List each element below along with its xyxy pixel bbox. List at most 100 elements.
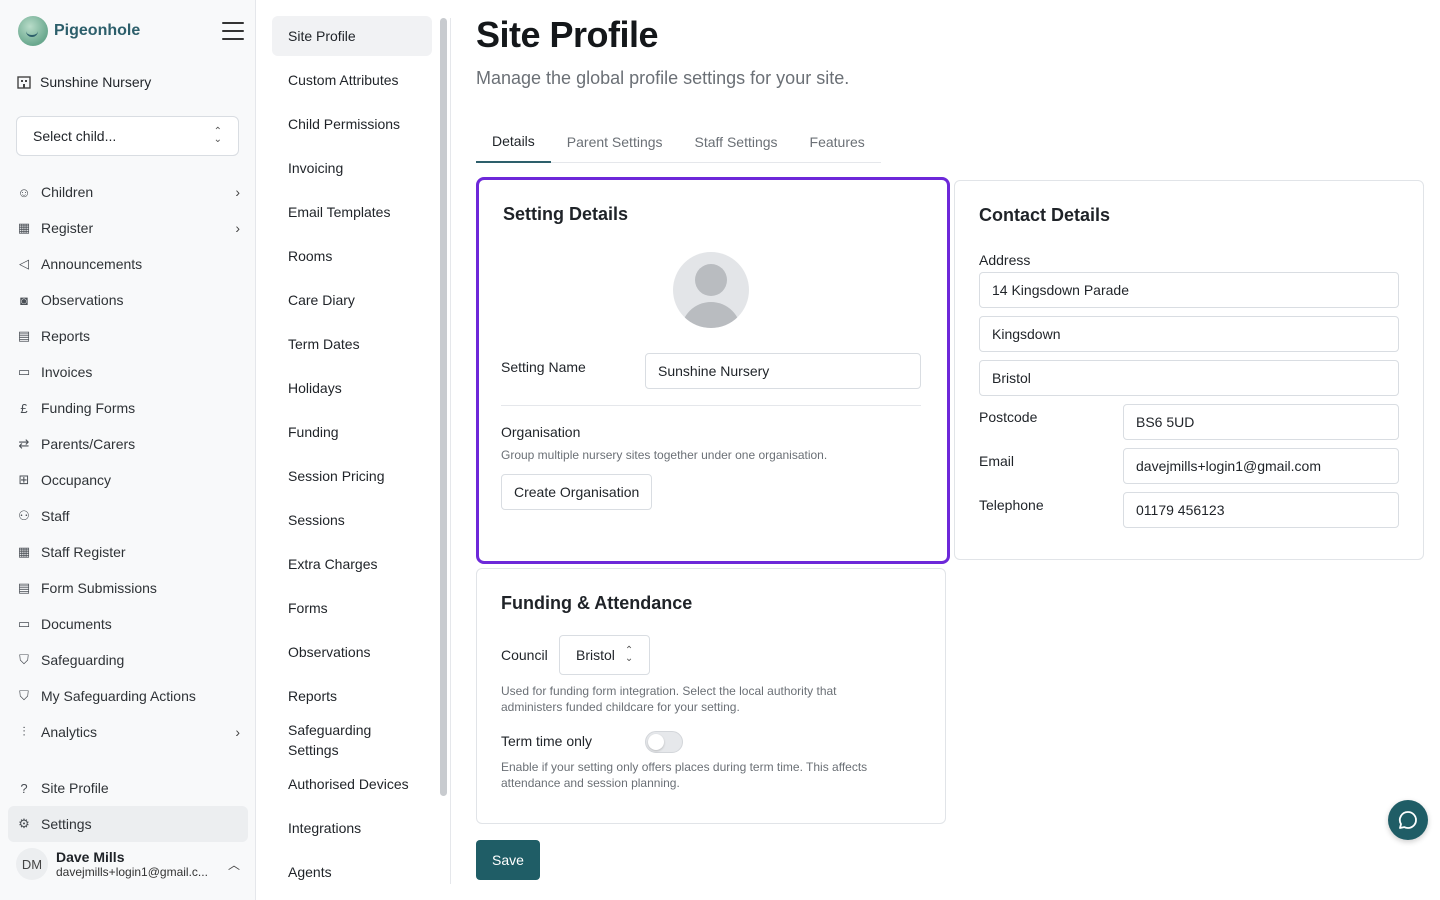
chevron-right-icon: › xyxy=(235,220,240,236)
email-label: Email xyxy=(979,453,1015,469)
settings-nav-item-care-diary[interactable]: Care Diary xyxy=(272,280,432,320)
chevron-right-icon: › xyxy=(235,724,240,740)
brand[interactable]: Pigeonhole xyxy=(18,16,140,46)
funding-attendance-title: Funding & Attendance xyxy=(501,593,693,613)
settings-nav-item-holidays[interactable]: Holidays xyxy=(272,368,432,408)
pigeonhole-logo-icon xyxy=(18,16,48,46)
menu-toggle-icon[interactable] xyxy=(222,22,244,40)
settings-nav-item-site-profile[interactable]: Site Profile xyxy=(272,16,432,56)
settings-nav-item-sessions[interactable]: Sessions xyxy=(272,500,432,540)
organisation-label: Organisation xyxy=(501,424,581,440)
sidebar-item-register[interactable]: ▦ Register › xyxy=(8,210,248,246)
create-organisation-button[interactable]: Create Organisation xyxy=(501,474,653,510)
settings-nav-item-observations[interactable]: Observations xyxy=(272,632,432,672)
telephone-input[interactable]: 01179 456123 xyxy=(1123,492,1399,528)
child-select[interactable]: Select child... ⌃ ⌄ xyxy=(16,116,239,156)
sidebar-item-settings[interactable]: ⚙ Settings xyxy=(8,806,248,842)
email-input[interactable]: davejmills+login1@gmail.com xyxy=(1123,448,1399,484)
address-line1-input[interactable]: 14 Kingsdown Parade xyxy=(979,272,1399,308)
sidebar-item-site-profile[interactable]: ? Site Profile xyxy=(8,770,248,806)
postcode-label: Postcode xyxy=(979,409,1038,425)
sidebar-item-observations[interactable]: ◙ Observations xyxy=(8,282,248,318)
question-circle-icon: ? xyxy=(20,780,28,796)
sidebar-item-parents-carers[interactable]: ⇄ Parents/Carers xyxy=(8,426,248,462)
save-button[interactable]: Save xyxy=(476,840,540,880)
sidebar-item-label: Staff xyxy=(41,508,70,524)
toggle-knob xyxy=(648,734,664,750)
document-icon: ▤ xyxy=(17,580,31,595)
settings-nav-item-invoicing[interactable]: Invoicing xyxy=(272,148,432,188)
settings-nav-item-authorised-devices[interactable]: Authorised Devices xyxy=(272,764,432,804)
avatar: DM xyxy=(16,848,48,880)
sidebar-item-label: Funding Forms xyxy=(41,400,136,416)
council-hint-line2: administers funded childcare for your se… xyxy=(501,700,740,714)
sidebar-item-label: Safeguarding xyxy=(41,652,125,668)
calendar-icon: ▦ xyxy=(17,544,31,559)
setting-name-label: Setting Name xyxy=(501,359,586,375)
sidebar-item-invoices[interactable]: ▭ Invoices xyxy=(8,354,248,390)
tab-details[interactable]: Details xyxy=(476,120,551,163)
settings-nav-item-integrations[interactable]: Integrations xyxy=(272,808,432,848)
settings-nav-item-funding[interactable]: Funding xyxy=(272,412,432,452)
sidebar-item-safeguarding[interactable]: ⛉ Safeguarding xyxy=(8,642,248,678)
settings-nav-item-forms[interactable]: Forms xyxy=(272,588,432,628)
settings-nav-item-term-dates[interactable]: Term Dates xyxy=(272,324,432,364)
settings-nav-item-rooms[interactable]: Rooms xyxy=(272,236,432,276)
calendar-check-icon: ▦ xyxy=(17,220,31,235)
contact-details-card: Contact Details Address 14 Kingsdown Par… xyxy=(954,180,1424,560)
chevron-updown-icon: ⌃ ⌄ xyxy=(624,645,634,664)
sidebar-item-form-submissions[interactable]: ▤ Form Submissions xyxy=(8,570,248,606)
sidebar-item-staff-register[interactable]: ▦ Staff Register xyxy=(8,534,248,570)
settings-nav-divider xyxy=(450,18,451,884)
secondary-nav: ? Site Profile ⚙ Settings xyxy=(8,770,248,842)
council-select[interactable]: Bristol ⌃ ⌄ xyxy=(559,635,651,675)
sidebar-item-label: Settings xyxy=(41,816,92,832)
sidebar-item-label: Documents xyxy=(41,616,112,632)
sidebar-item-label: Site Profile xyxy=(41,780,109,796)
child-select-placeholder: Select child... xyxy=(33,128,117,144)
address-line3-input[interactable]: Bristol xyxy=(979,360,1399,396)
sidebar-item-children[interactable]: ☺ Children › xyxy=(8,174,248,210)
current-site[interactable]: Sunshine Nursery xyxy=(16,74,151,90)
tab-staff-settings[interactable]: Staff Settings xyxy=(679,120,794,163)
wallet-icon: ▭ xyxy=(17,364,31,379)
settings-nav-scrollbar[interactable] xyxy=(440,18,447,796)
postcode-input[interactable]: BS6 5UD xyxy=(1123,404,1399,440)
settings-nav-item-child-permissions[interactable]: Child Permissions xyxy=(272,104,432,144)
settings-nav-item-agents[interactable]: Agents xyxy=(272,852,432,892)
section-divider xyxy=(501,405,921,406)
sidebar-item-label: Form Submissions xyxy=(41,580,157,596)
user-email: davejmills+login1@gmail.c... xyxy=(56,865,208,879)
child-face-icon: ☺ xyxy=(17,184,31,200)
sidebar-item-label: Reports xyxy=(41,328,91,344)
council-label: Council xyxy=(501,647,548,663)
tab-features[interactable]: Features xyxy=(794,120,881,163)
settings-nav-item-reports[interactable]: Reports xyxy=(272,676,432,716)
settings-nav-item-custom-attributes[interactable]: Custom Attributes xyxy=(272,60,432,100)
sidebar-item-label: Analytics xyxy=(41,724,98,740)
settings-nav-item-session-pricing[interactable]: Session Pricing xyxy=(272,456,432,496)
sidebar-item-my-safeguarding-actions[interactable]: ⛉ My Safeguarding Actions xyxy=(8,678,248,714)
settings-nav-item-email-templates[interactable]: Email Templates xyxy=(272,192,432,232)
gear-icon: ⚙ xyxy=(18,816,30,831)
setting-name-input[interactable]: Sunshine Nursery xyxy=(645,353,921,389)
tab-parent-settings[interactable]: Parent Settings xyxy=(551,120,679,163)
settings-nav-item-extra-charges[interactable]: Extra Charges xyxy=(272,544,432,584)
term-time-toggle[interactable] xyxy=(645,731,683,753)
sidebar-item-reports[interactable]: ▤ Reports xyxy=(8,318,248,354)
site-avatar-icon[interactable] xyxy=(673,252,749,328)
sidebar-item-documents[interactable]: ▭ Documents xyxy=(8,606,248,642)
sidebar-item-funding-forms[interactable]: £ Funding Forms xyxy=(8,390,248,426)
sidebar-item-announcements[interactable]: ◁ Announcements xyxy=(8,246,248,282)
user-menu[interactable]: DM Dave Mills davejmills+login1@gmail.c.… xyxy=(16,848,246,880)
settings-nav-item-safeguarding-settings[interactable]: Safeguarding Settings xyxy=(272,720,422,760)
chat-button[interactable] xyxy=(1388,800,1428,840)
address-label: Address xyxy=(979,252,1031,268)
address-line2-input[interactable]: Kingsdown xyxy=(979,316,1399,352)
sidebar-item-label: Observations xyxy=(41,292,124,308)
sidebar-item-label: Children xyxy=(41,184,94,200)
term-time-label: Term time only xyxy=(501,733,593,749)
sidebar-item-staff[interactable]: ⚇ Staff xyxy=(8,498,248,534)
sidebar-item-occupancy[interactable]: ⊞ Occupancy xyxy=(8,462,248,498)
sidebar-item-analytics[interactable]: ⫶ Analytics › xyxy=(8,714,248,750)
